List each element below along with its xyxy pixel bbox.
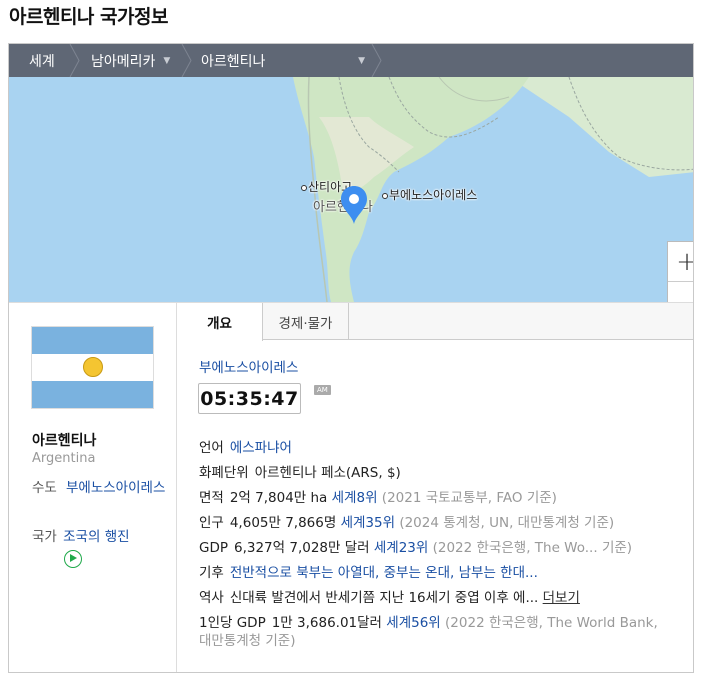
fact-value: 4,605만 7,866명 bbox=[229, 515, 337, 531]
breadcrumb-country[interactable]: 아르헨티나 ▼ bbox=[187, 44, 382, 77]
tab-overview[interactable]: 개요 bbox=[177, 303, 263, 341]
sun-of-may-icon bbox=[83, 357, 103, 377]
fact-climate: 기후 전반적으로 북부는 아열대, 중부는 온대, 남부는 한대... bbox=[199, 564, 693, 589]
breadcrumb-world[interactable]: 세계 bbox=[9, 44, 80, 77]
anthem-label: 국가 bbox=[32, 529, 57, 545]
fact-history: 역사 신대륙 발견에서 반세기쯤 지난 16세기 중엽 이후 에... 더보기 bbox=[199, 589, 693, 614]
anthem-row: 국가 조국의 행진 bbox=[32, 525, 130, 545]
area-rank-link[interactable]: 세계8위 bbox=[332, 490, 378, 506]
history-more-link[interactable]: 더보기 bbox=[543, 590, 580, 606]
fact-label: 면적 bbox=[199, 490, 224, 506]
fact-source: (2022 한국은행, The Wo... bbox=[432, 540, 598, 556]
map-zoom-control: + — bbox=[667, 241, 693, 302]
country-name: 아르헨티나 bbox=[32, 433, 97, 449]
fact-label: GDP bbox=[199, 540, 228, 556]
country-map[interactable]: 산티아고 아르헨티나 부에노스아이레스 + — bbox=[9, 77, 693, 302]
chevron-down-icon: ▼ bbox=[358, 56, 365, 66]
fact-gdp: GDP 6,327억 7,028만 달러 세계23위 (2022 한국은행, Th… bbox=[199, 539, 693, 564]
country-name-en: Argentina bbox=[32, 451, 96, 466]
fact-language: 언어 에스파냐어 bbox=[199, 439, 693, 464]
breadcrumb: 세계 남아메리카 ▼ 아르헨티나 ▼ bbox=[9, 44, 693, 77]
fact-value: 1만 3,686.01달러 bbox=[271, 615, 382, 631]
local-time-clock: 05:35:47 bbox=[198, 383, 301, 414]
zoom-in-button[interactable]: + bbox=[668, 242, 693, 282]
clock-city-link[interactable]: 부에노스아이레스 bbox=[199, 356, 298, 376]
fact-value: 6,327억 7,028만 달러 bbox=[234, 540, 370, 556]
detail-tabs: 개요 경제·물가 bbox=[177, 303, 693, 341]
capital-label: 수도 bbox=[32, 480, 57, 496]
capital-row: 수도 부에노스아이레스 bbox=[32, 479, 172, 498]
map-city-label: 부에노스아이레스 bbox=[389, 188, 478, 202]
breadcrumb-country-label: 아르헨티나 bbox=[201, 53, 266, 70]
breadcrumb-region[interactable]: 남아메리카 ▼ bbox=[75, 44, 192, 77]
fact-label: 화폐단위 bbox=[199, 465, 249, 481]
argentina-flag-icon bbox=[32, 327, 153, 408]
country-info-card: 세계 남아메리카 ▼ 아르헨티나 ▼ 산티아고 아르헨티나 부에노스아이레스 아… bbox=[8, 43, 694, 673]
breadcrumb-world-label: 세계 bbox=[29, 53, 55, 70]
page-title: 아르헨티나 국가정보 bbox=[9, 6, 168, 28]
fact-source: (2022 한국은행, The World Bank, bbox=[445, 615, 658, 631]
tab-economy[interactable]: 경제·물가 bbox=[263, 303, 349, 340]
population-rank-link[interactable]: 세계35위 bbox=[341, 515, 395, 531]
fact-label: 인구 bbox=[199, 515, 224, 531]
gdp-rank-link[interactable]: 세계23위 bbox=[374, 540, 428, 556]
fact-value: 신대륙 발견에서 반세기쯤 지난 16세기 중엽 이후 에... bbox=[229, 590, 539, 606]
fact-label: 1인당 GDP bbox=[199, 615, 266, 631]
fact-gdp-per-capita: 1인당 GDP 1만 3,686.01달러 세계56위 (2022 한국은행, T… bbox=[199, 614, 693, 660]
zoom-out-button[interactable]: — bbox=[668, 282, 693, 302]
chevron-down-icon: ▼ bbox=[163, 55, 171, 66]
gdp-per-capita-rank-link[interactable]: 세계56위 bbox=[386, 615, 440, 631]
fact-value: 2억 7,804만 ha bbox=[229, 490, 328, 506]
city-dot-icon bbox=[301, 184, 307, 191]
fact-label: 언어 bbox=[199, 440, 224, 456]
fact-value: 아르헨티나 페소(ARS, $) bbox=[254, 465, 401, 481]
city-dot-icon bbox=[382, 192, 388, 199]
fact-currency: 화폐단위 아르헨티나 페소(ARS, $) bbox=[199, 464, 693, 489]
ampm-badge: AM bbox=[314, 385, 331, 395]
climate-link[interactable]: 전반적으로 북부는 아열대, 중부는 온대, 남부는 한대... bbox=[230, 565, 538, 581]
fact-label: 역사 bbox=[199, 590, 224, 606]
fact-area: 면적 2억 7,804만 ha 세계8위 (2021 국토교통부, FAO 기준) bbox=[199, 489, 693, 514]
anthem-link[interactable]: 조국의 행진 bbox=[63, 529, 129, 545]
fact-source: (2021 국토교통부, FAO 기준) bbox=[381, 490, 557, 506]
country-summary: 아르헨티나 Argentina 수도 부에노스아이레스 국가 조국의 행진 bbox=[9, 302, 177, 672]
map-marker-icon[interactable] bbox=[339, 185, 369, 225]
fact-population: 인구 4,605만 7,866명 세계35위 (2024 통계청, UN, 대만통… bbox=[199, 514, 693, 539]
fact-source-tail: 기준) bbox=[601, 540, 633, 556]
breadcrumb-region-label: 남아메리카 bbox=[91, 53, 156, 70]
breadcrumb-separator-icon bbox=[371, 44, 382, 77]
map-city-buenos-aires[interactable]: 부에노스아이레스 bbox=[382, 186, 477, 203]
play-icon[interactable] bbox=[64, 550, 82, 568]
fact-label: 기후 bbox=[199, 565, 224, 581]
fact-source-line2: 대만통계청 기준) bbox=[199, 633, 296, 649]
fact-source: (2024 통계청, UN, 대만통계청 기준) bbox=[399, 515, 615, 531]
country-detail-panel: 개요 경제·물가 부에노스아이레스 05:35:47 AM 언어 에스파냐어 화폐… bbox=[177, 302, 693, 672]
capital-link[interactable]: 부에노스아이레스 bbox=[66, 479, 166, 498]
language-link[interactable]: 에스파냐어 bbox=[230, 440, 292, 456]
fact-list: 언어 에스파냐어 화폐단위 아르헨티나 페소(ARS, $) 면적 2억 7,804만… bbox=[199, 439, 693, 660]
